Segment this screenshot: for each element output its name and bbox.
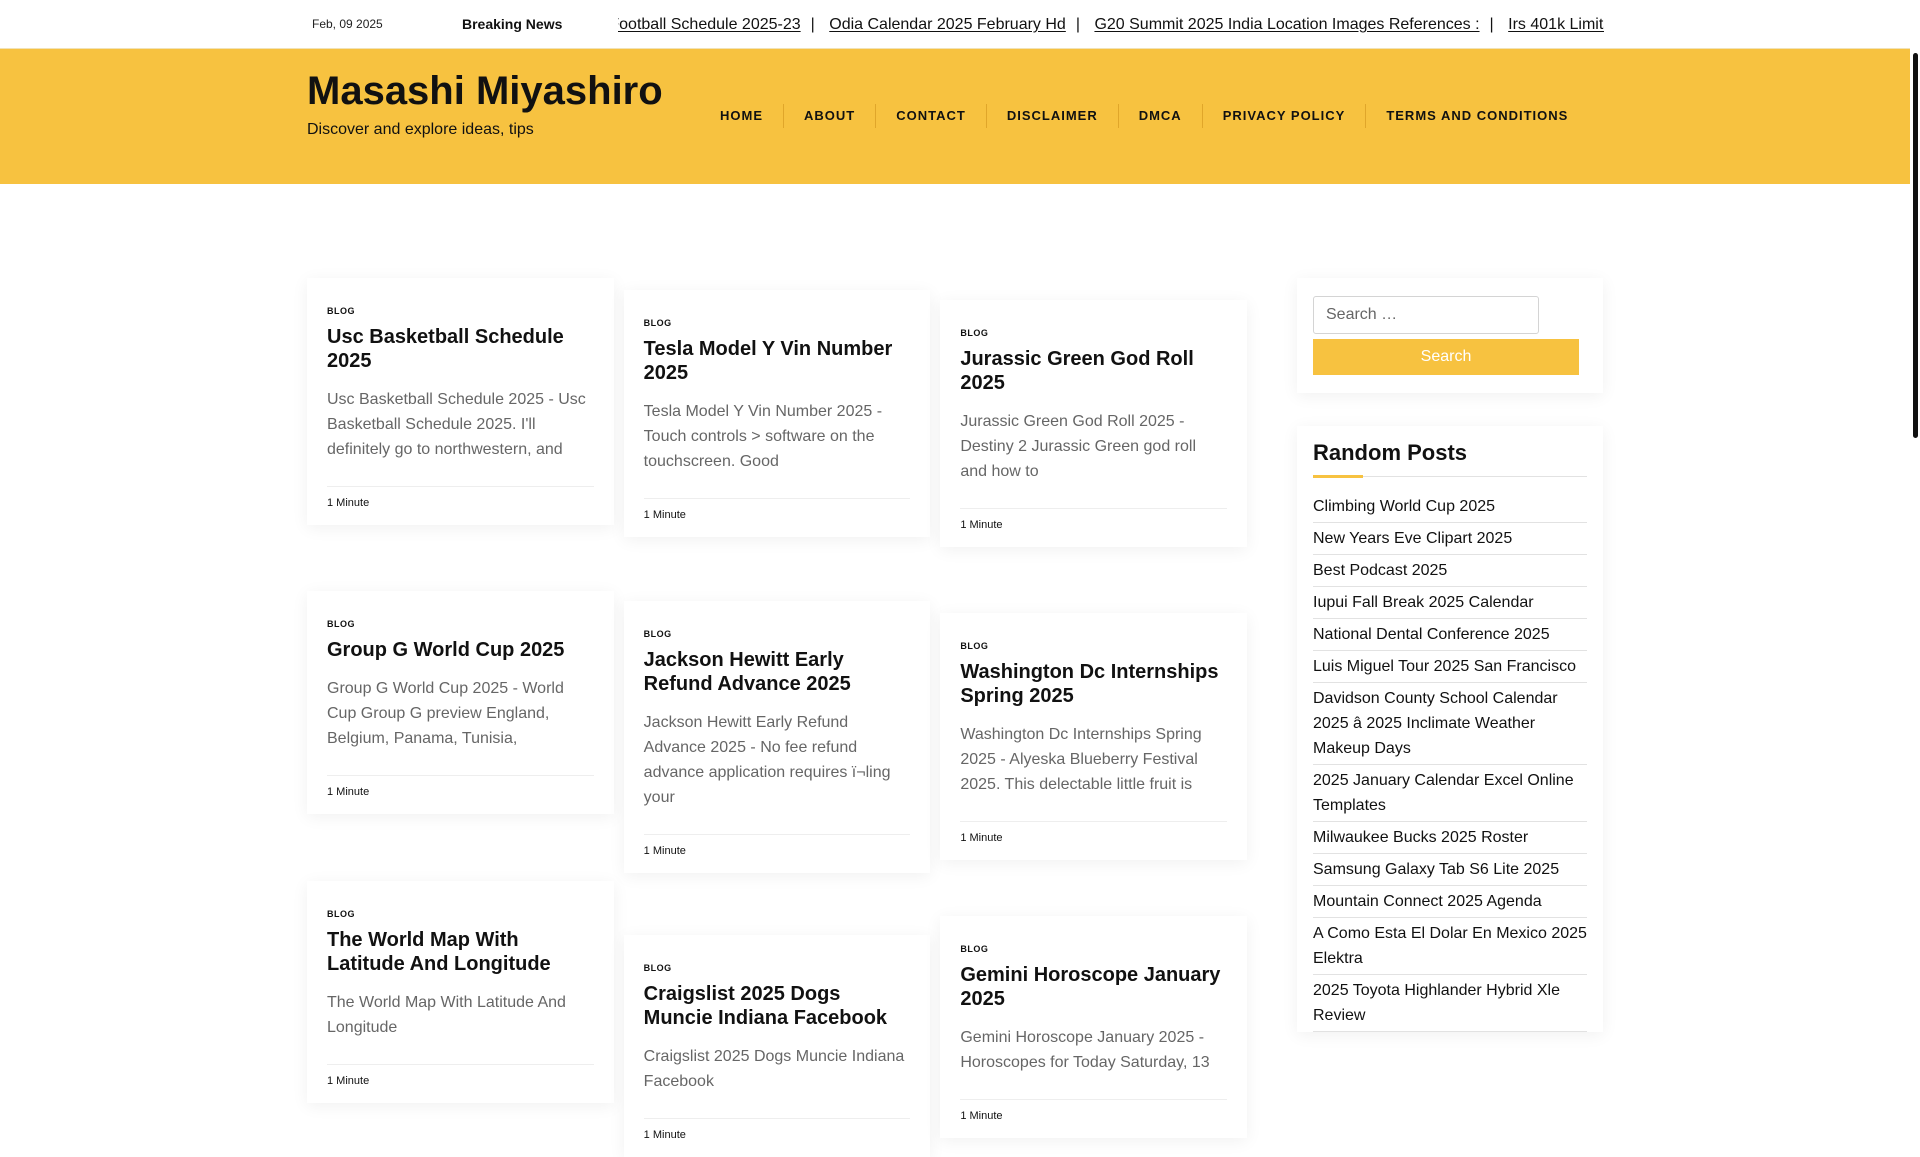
nav-item-dmca[interactable]: DMCA	[1117, 104, 1202, 128]
post-title[interactable]: Jackson Hewitt Early Refund Advance 2025	[644, 648, 911, 696]
search-button[interactable]: Search	[1313, 339, 1579, 375]
post-read-time: 1 Minute	[643, 834, 911, 857]
post-excerpt: Tesla Model Y Vin Number 2025 - Touch co…	[643, 403, 883, 470]
post-excerpt: Washington Dc Internships Spring 2025 - …	[960, 726, 1202, 793]
post-category[interactable]: BLOG	[960, 641, 1227, 651]
random-post-link[interactable]: National Dental Conference 2025	[1313, 619, 1587, 651]
random-posts-title: Random Posts	[1313, 440, 1587, 478]
post-title[interactable]: Gemini Horoscope January 2025	[960, 963, 1227, 1011]
post-title[interactable]: Craigslist 2025 Dogs Muncie Indiana Face…	[644, 982, 911, 1030]
post-title[interactable]: Tesla Model Y Vin Number 2025	[644, 337, 911, 385]
post-read-time: 1 Minute	[643, 1118, 911, 1141]
main-navigation: Home About Contact Disclaimer DMCA Priva…	[700, 104, 1588, 128]
site-header: Masashi Miyashiro Discover and explore i…	[0, 49, 1910, 184]
nav-item-about[interactable]: About	[783, 104, 875, 128]
random-post-link[interactable]: Best Podcast 2025	[1313, 555, 1587, 587]
post-category[interactable]: BLOG	[327, 619, 594, 629]
random-post-link[interactable]: 2025 January Calendar Excel Online Templ…	[1313, 765, 1587, 822]
site-title[interactable]: Masashi Miyashiro	[307, 69, 663, 114]
post-read-time: 1 Minute	[960, 821, 1228, 844]
post-read-time: 1 Minute	[643, 498, 911, 521]
nav-item-privacy-policy[interactable]: Privacy Policy	[1201, 104, 1366, 128]
post-category[interactable]: BLOG	[960, 328, 1227, 338]
random-post-link[interactable]: Milwaukee Bucks 2025 Roster	[1313, 822, 1587, 854]
post-excerpt: Group G World Cup 2025 - World Cup Group…	[327, 680, 564, 747]
page-scrollbar-thumb[interactable]	[1913, 53, 1918, 438]
ticker-link[interactable]: Irs 401k Limits 2025	[1508, 16, 1604, 33]
site-tagline: Discover and explore ideas, tips	[307, 121, 534, 138]
post-excerpt: Craigslist 2025 Dogs Muncie Indiana Face…	[643, 1048, 905, 1090]
sidebar: Search Random Posts Climbing World Cup 2…	[1297, 278, 1603, 1032]
post-card: BLOG Tesla Model Y Vin Number 2025 Tesla…	[623, 290, 931, 537]
nav-item-contact[interactable]: Contact	[875, 104, 986, 128]
random-post-link[interactable]: A Como Esta El Dolar En Mexico 2025 Elek…	[1313, 918, 1587, 975]
ticker-item: Karnataka Football Schedule 2025-23 |	[618, 14, 825, 35]
random-post-link[interactable]: Samsung Galaxy Tab S6 Lite 2025	[1313, 854, 1587, 886]
post-category[interactable]: BLOG	[327, 306, 594, 316]
post-card: BLOG Washington Dc Internships Spring 20…	[940, 613, 1248, 860]
post-read-time: 1 Minute	[327, 775, 594, 798]
post-card: BLOG Usc Basketball Schedule 2025 Usc Ba…	[307, 278, 614, 525]
nav-item-home[interactable]: Home	[700, 104, 783, 128]
post-title[interactable]: Usc Basketball Schedule 2025	[327, 325, 594, 373]
post-category[interactable]: BLOG	[644, 318, 911, 328]
post-category[interactable]: BLOG	[327, 909, 594, 919]
post-title[interactable]: Jurassic Green God Roll 2025	[960, 347, 1227, 395]
top-bar: Feb, 09 2025 Breaking News Karnataka Foo…	[0, 0, 1910, 49]
breaking-news-label: Breaking News	[462, 16, 563, 32]
news-ticker: Karnataka Football Schedule 2025-23 | Odi…	[618, 14, 1604, 38]
random-post-link[interactable]: New Years Eve Clipart 2025	[1313, 523, 1587, 555]
ticker-link[interactable]: G20 Summit 2025 India Location Images Re…	[1094, 16, 1479, 33]
random-post-link[interactable]: 2025 Toyota Highlander Hybrid Xle Review	[1313, 975, 1587, 1032]
ticker-item: Odia Calendar 2025 February Hd |	[829, 14, 1090, 35]
ticker-item: Irs 401k Limits 2025	[1508, 14, 1604, 35]
post-category[interactable]: BLOG	[644, 963, 911, 973]
random-post-link[interactable]: Mountain Connect 2025 Agenda	[1313, 886, 1587, 918]
post-title[interactable]: The World Map With Latitude And Longitud…	[327, 928, 594, 976]
post-title[interactable]: Washington Dc Internships Spring 2025	[960, 660, 1227, 708]
post-read-time: 1 Minute	[960, 508, 1228, 531]
post-category[interactable]: BLOG	[960, 944, 1227, 954]
ticker-item: G20 Summit 2025 India Location Images Re…	[1094, 14, 1503, 35]
post-card: BLOG Jackson Hewitt Early Refund Advance…	[623, 601, 931, 873]
random-post-link[interactable]: Davidson County School Calendar 2025 â 2…	[1313, 683, 1587, 765]
random-posts-widget: Random Posts Climbing World Cup 2025 New…	[1297, 426, 1603, 1032]
nav-item-terms-and-conditions[interactable]: Terms and Conditions	[1365, 104, 1588, 128]
post-card: BLOG Craigslist 2025 Dogs Muncie Indiana…	[623, 935, 931, 1157]
post-read-time: 1 Minute	[960, 1099, 1228, 1122]
post-excerpt: The World Map With Latitude And Longitud…	[327, 994, 566, 1036]
ticker-separator: |	[1489, 16, 1494, 33]
ticker-link[interactable]: Karnataka Football Schedule 2025-23	[618, 16, 801, 33]
nav-item-disclaimer[interactable]: Disclaimer	[985, 104, 1118, 128]
post-card: BLOG Group G World Cup 2025 Group G Worl…	[307, 591, 614, 814]
search-input[interactable]	[1313, 296, 1539, 334]
post-read-time: 1 Minute	[327, 1064, 594, 1087]
current-date: Feb, 09 2025	[312, 17, 383, 31]
random-post-link[interactable]: Climbing World Cup 2025	[1313, 491, 1587, 523]
post-excerpt: Jurassic Green God Roll 2025 - Destiny 2…	[960, 413, 1196, 480]
post-excerpt: Gemini Horoscope January 2025 - Horoscop…	[960, 1029, 1210, 1071]
post-grid: BLOG Usc Basketball Schedule 2025 Usc Ba…	[307, 278, 1248, 1157]
post-column: BLOG Jurassic Green God Roll 2025 Jurass…	[940, 278, 1248, 1157]
ticker-separator: |	[1075, 16, 1080, 33]
search-widget: Search	[1297, 278, 1603, 393]
post-excerpt: Jackson Hewitt Early Refund Advance 2025…	[643, 714, 891, 806]
post-column: BLOG Tesla Model Y Vin Number 2025 Tesla…	[623, 278, 931, 1157]
post-column: BLOG Usc Basketball Schedule 2025 Usc Ba…	[307, 278, 614, 1157]
ticker-track: Karnataka Football Schedule 2025-23 | Odi…	[618, 14, 1604, 35]
post-card: BLOG Jurassic Green God Roll 2025 Jurass…	[940, 300, 1248, 547]
random-posts-list: Climbing World Cup 2025 New Years Eve Cl…	[1313, 491, 1587, 1032]
post-card: BLOG The World Map With Latitude And Lon…	[307, 881, 614, 1103]
post-category[interactable]: BLOG	[644, 629, 911, 639]
ticker-link[interactable]: Odia Calendar 2025 February Hd	[829, 16, 1066, 33]
post-title[interactable]: Group G World Cup 2025	[327, 638, 594, 662]
post-excerpt: Usc Basketball Schedule 2025 - Usc Baske…	[327, 391, 586, 458]
post-read-time: 1 Minute	[327, 486, 594, 509]
post-card: BLOG Gemini Horoscope January 2025 Gemin…	[940, 916, 1248, 1138]
ticker-separator: |	[810, 16, 815, 33]
random-post-link[interactable]: Iupui Fall Break 2025 Calendar	[1313, 587, 1587, 619]
random-post-link[interactable]: Luis Miguel Tour 2025 San Francisco	[1313, 651, 1587, 683]
